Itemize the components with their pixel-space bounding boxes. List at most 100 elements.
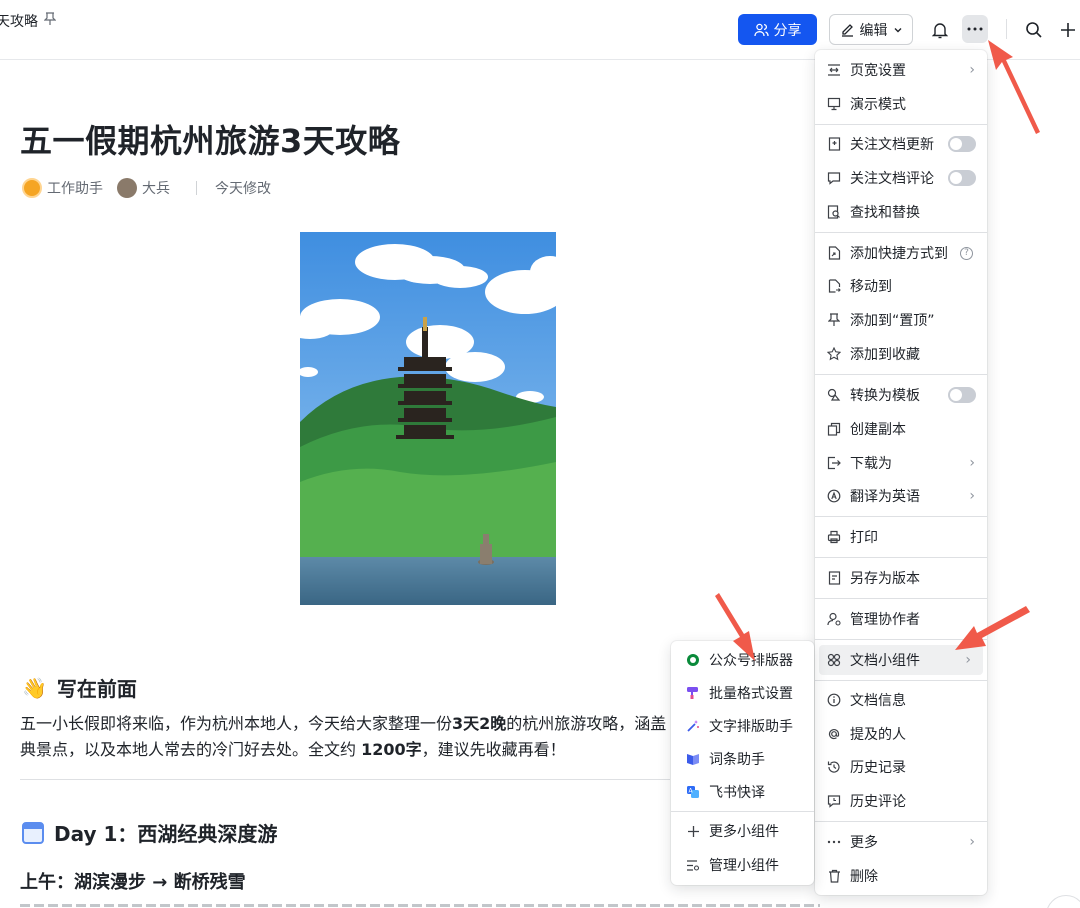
plus-icon[interactable] [1054, 14, 1080, 45]
doc-tab-title[interactable]: 天攻略 [0, 11, 38, 31]
meta-divider [196, 181, 197, 195]
comment-history-icon [826, 793, 842, 809]
menu-item-follow-comments[interactable]: 关注文档评论 [815, 163, 987, 193]
text-run: 典景点，以及本地人常去的冷门好去处。全文约 [20, 740, 362, 759]
paint-roller-icon [685, 685, 701, 701]
pin-icon[interactable] [43, 12, 57, 30]
submenu-item-label: 词条助手 [709, 752, 765, 768]
menu-item-label: 添加到“置顶” [850, 313, 935, 329]
comment-follow-icon [826, 170, 842, 186]
section-heading-day1[interactable]: Day 1：西湖经典深度游 [22, 818, 277, 847]
submenu-item-more-widgets[interactable]: 更多小组件 [671, 816, 814, 846]
avatar[interactable] [22, 178, 42, 198]
submenu-item-label: 管理小组件 [709, 858, 779, 874]
menu-item-translate[interactable]: 翻译为英语 › [815, 481, 987, 511]
menu-item-label: 添加到收藏 [850, 347, 920, 363]
widgets-submenu: 公众号排版器 批量格式设置 文字排版助手 词条助手 A 飞书快译 更多小组件 管… [671, 641, 814, 885]
submenu-item-quick-translate[interactable]: A 飞书快译 [671, 777, 814, 807]
intro-paragraph[interactable]: 五一小长假即将来临，作为杭州本地人，今天给大家整理一份3天2晚的杭州旅游攻略，涵… [20, 711, 670, 763]
menu-item-follow-updates[interactable]: 关注文档更新 [815, 129, 987, 159]
menu-item-label: 翻译为英语 [850, 489, 920, 505]
menu-item-delete[interactable]: 删除 [815, 861, 987, 891]
menu-item-label: 添加快捷方式到 [850, 246, 948, 262]
menu-item-present[interactable]: 演示模式 [815, 89, 987, 119]
users-icon [753, 23, 769, 36]
menu-item-label: 创建副本 [850, 422, 906, 438]
menu-item-doc-info[interactable]: 文档信息 [815, 685, 987, 715]
menu-item-label: 查找和替换 [850, 205, 920, 221]
follow-comments-toggle[interactable] [948, 170, 976, 186]
glossary-icon [685, 751, 701, 767]
submenu-item-label: 文字排版助手 [709, 719, 793, 735]
menu-divider [815, 516, 987, 517]
bell-icon[interactable] [926, 14, 954, 45]
trash-icon [826, 868, 842, 884]
submenu-item-manage-widgets[interactable]: 管理小组件 [671, 850, 814, 880]
chevron-right-icon: › [965, 652, 971, 668]
corner-button[interactable] [1046, 895, 1080, 908]
menu-item-duplicate[interactable]: 创建副本 [815, 414, 987, 444]
edit-button[interactable]: 编辑 [829, 14, 913, 45]
modified-time: 今天修改 [215, 181, 271, 197]
download-icon [826, 455, 842, 471]
menu-item-save-version[interactable]: 另存为版本 [815, 563, 987, 593]
submenu-item-wechat-formatter[interactable]: 公众号排版器 [671, 645, 814, 675]
menu-divider [815, 639, 987, 640]
menu-item-pin[interactable]: 添加到“置顶” [815, 305, 987, 335]
menu-item-label: 移动到 [850, 279, 892, 295]
submenu-item-glossary[interactable]: 词条助手 [671, 744, 814, 774]
menu-item-label: 转换为模板 [850, 388, 920, 404]
author-name[interactable]: 大兵 [142, 178, 170, 198]
search-icon[interactable] [1020, 14, 1048, 45]
more-options-menu: 页宽设置 › 演示模式 关注文档更新 关注文档评论 查找和替换 添加快捷方式到 … [815, 50, 987, 895]
waving-hand-icon: 👋 [22, 675, 47, 700]
menu-item-add-shortcut[interactable]: 添加快捷方式到 ? [815, 238, 987, 268]
menu-item-download[interactable]: 下载为 › [815, 448, 987, 478]
menu-item-label: 文档小组件 [850, 653, 920, 669]
subheading-morning[interactable]: 上午：湖滨漫步 → 断桥残雪 [20, 868, 246, 894]
edit-label: 编辑 [859, 22, 888, 39]
printer-icon [826, 529, 842, 545]
menu-item-history-comments[interactable]: 历史评论 [815, 786, 987, 816]
follow-doc-icon [826, 136, 842, 152]
menu-item-print[interactable]: 打印 [815, 522, 987, 552]
widget-icon [826, 652, 842, 668]
submenu-item-batch-format[interactable]: 批量格式设置 [671, 678, 814, 708]
doc-title[interactable]: 五一假期杭州旅游3天攻略 [20, 116, 400, 162]
submenu-item-text-layout[interactable]: 文字排版助手 [671, 711, 814, 741]
section-heading-intro[interactable]: 👋 写在前面 [22, 673, 137, 702]
menu-item-page-width[interactable]: 页宽设置 › [815, 55, 987, 85]
ellipsis-icon [826, 834, 842, 850]
menu-divider [815, 232, 987, 233]
menu-item-label: 提及的人 [850, 727, 906, 743]
more-options-icon[interactable] [962, 15, 988, 43]
copy-icon [826, 421, 842, 437]
menu-item-move-to[interactable]: 移动到 [815, 271, 987, 301]
menu-divider [815, 557, 987, 558]
bold-text: 3天2晚 [452, 714, 507, 733]
menu-item-to-template[interactable]: 转换为模板 [815, 380, 987, 410]
template-icon [826, 387, 842, 403]
menu-item-collaborators[interactable]: 管理协作者 [815, 604, 987, 634]
menu-divider [815, 124, 987, 125]
help-icon[interactable]: ? [960, 246, 973, 260]
menu-item-widgets[interactable]: 文档小组件 › [819, 645, 983, 675]
follow-updates-toggle[interactable] [948, 136, 976, 152]
menu-item-find-replace[interactable]: 查找和替换 [815, 197, 987, 227]
template-toggle[interactable] [948, 387, 976, 403]
menu-item-favorite[interactable]: 添加到收藏 [815, 339, 987, 369]
share-button[interactable]: 分享 [738, 14, 817, 45]
pagoda-photo[interactable] [300, 232, 556, 605]
plus-icon [685, 823, 701, 839]
menu-item-more[interactable]: 更多 › [815, 827, 987, 857]
text-run: 的杭州旅游攻略，涵盖 [506, 714, 667, 733]
menu-item-label: 另存为版本 [850, 571, 920, 587]
menu-item-label: 删除 [850, 869, 878, 885]
move-icon [826, 278, 842, 294]
author-name[interactable]: 工作助手 [47, 178, 103, 198]
menu-item-mentioned[interactable]: 提及的人 [815, 719, 987, 749]
menu-item-label: 关注文档评论 [850, 171, 934, 187]
menu-item-history[interactable]: 历史记录 [815, 752, 987, 782]
text-run: 五一小长假即将来临，作为杭州本地人，今天给大家整理一份 [20, 714, 453, 733]
avatar[interactable] [117, 178, 137, 198]
